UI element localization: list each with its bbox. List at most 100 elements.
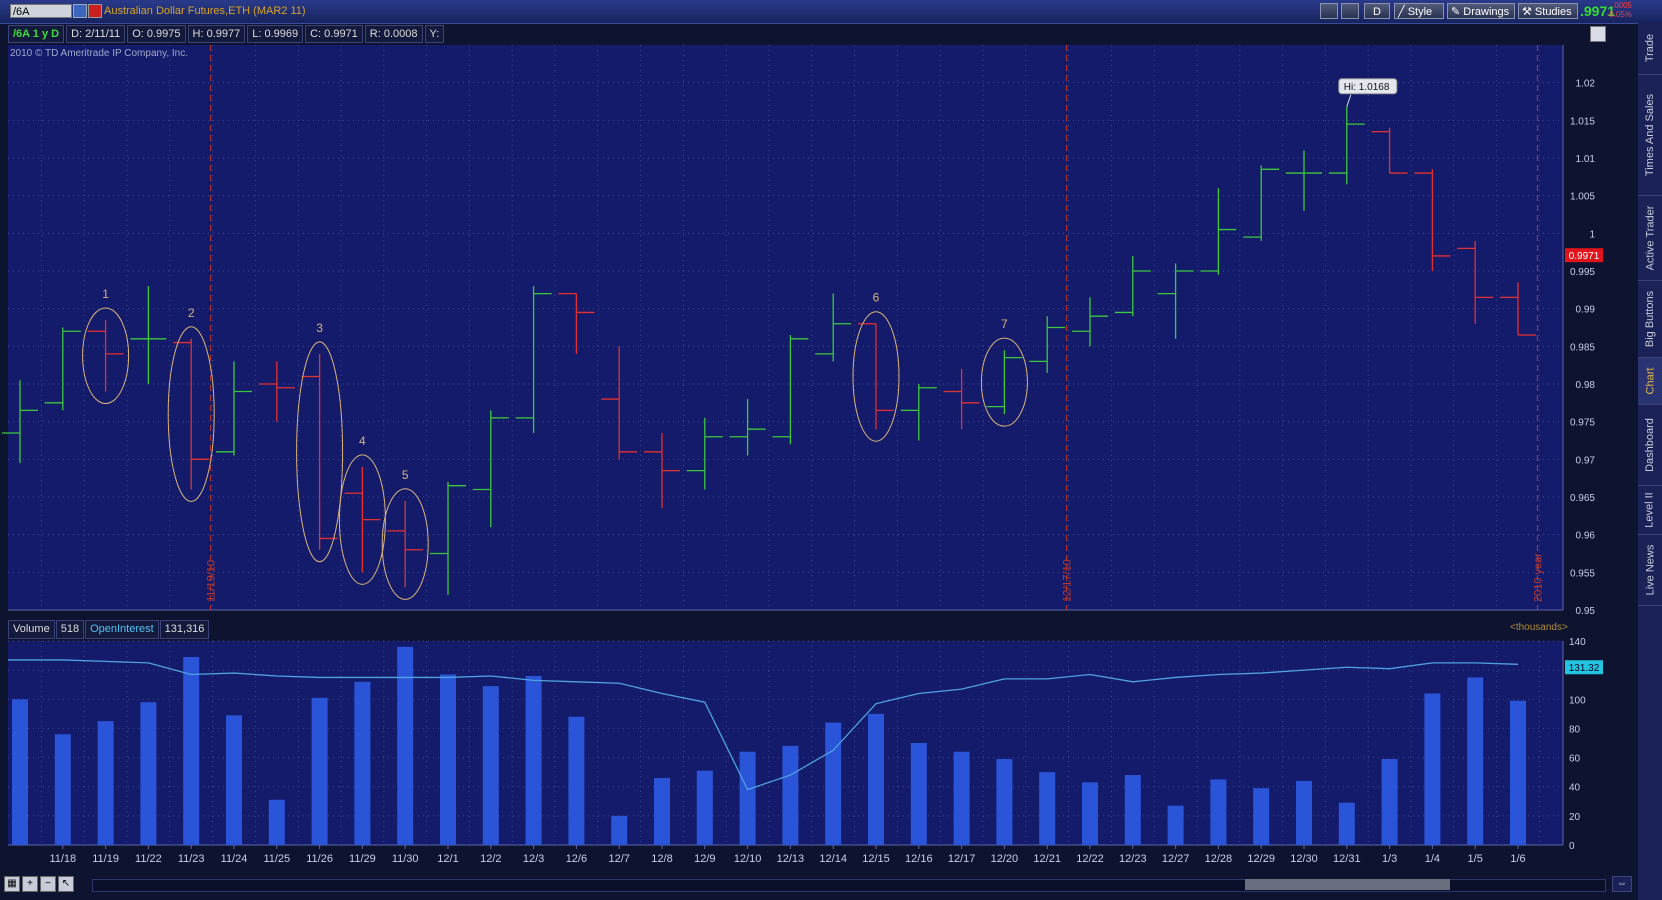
- tab-times-and-sales-label: Times And Sales: [1644, 93, 1657, 177]
- zoom-out-icon[interactable]: −: [40, 876, 56, 892]
- zoom-in-icon[interactable]: +: [22, 876, 38, 892]
- grid-icon[interactable]: ▦: [4, 876, 20, 892]
- percent-change-value: -0.05%: [1606, 10, 1632, 19]
- tab-active-trader[interactable]: Active Trader: [1638, 196, 1662, 281]
- tab-big-buttons[interactable]: Big Buttons: [1638, 281, 1662, 358]
- x-tick-label: 12/10: [734, 853, 762, 865]
- x-tick-label: 12/15: [862, 853, 890, 865]
- high-label: Hi: 1.0168: [1344, 82, 1390, 93]
- volume-bar: [568, 716, 585, 845]
- volume-tick-label: 0: [1569, 841, 1575, 852]
- drawings-label: Drawings: [1463, 6, 1510, 18]
- volume-bar: [1082, 782, 1098, 845]
- price-tick-label: 0.975: [1570, 418, 1595, 429]
- volume-bar: [354, 681, 371, 845]
- volume-bar: [311, 697, 328, 845]
- volume-bar: [140, 702, 157, 845]
- studies-button[interactable]: ⚒ Studies: [1518, 3, 1578, 19]
- volume-bar: [1167, 805, 1184, 845]
- drawings-button[interactable]: ✎ Drawings: [1447, 3, 1515, 19]
- aggregation-button[interactable]: D: [1364, 3, 1390, 19]
- style-label: Style: [1407, 6, 1433, 18]
- ticker-label[interactable]: /6A 1 y D: [8, 25, 65, 43]
- copyright: 2010 © TD Ameritrade IP Company, Inc.: [10, 48, 189, 59]
- price-tick-label: 0.965: [1570, 493, 1595, 504]
- volume-bar: [696, 770, 713, 845]
- tab-trade[interactable]: Trade: [1638, 22, 1662, 75]
- tab-chart[interactable]: Chart: [1638, 358, 1662, 405]
- volume-tick-label: 80: [1569, 724, 1581, 735]
- price-tick-label: 1.005: [1570, 192, 1595, 203]
- expand-icon[interactable]: ⇔: [1612, 876, 1632, 892]
- studies-label: Studies: [1534, 6, 1572, 18]
- x-tick-label: 1/3: [1382, 853, 1397, 865]
- pointer-icon[interactable]: ↖: [58, 876, 74, 892]
- volume-bar: [782, 745, 799, 845]
- volume-bar: [1381, 759, 1398, 845]
- chart-settings-icon[interactable]: [1590, 26, 1606, 42]
- price-tick-label: 0.985: [1570, 342, 1595, 353]
- tab-live-news-label: Live News: [1644, 544, 1656, 596]
- volume-chart: 020406080100120140131.3211/1811/1911/221…: [8, 637, 1603, 865]
- volume-bar: [1210, 779, 1227, 845]
- volume-bar: [868, 713, 884, 845]
- volume-tick-label: 60: [1569, 754, 1581, 765]
- volume-header: Volume 518 OpenInterest 131,316: [8, 620, 210, 639]
- x-tick-label: 11/30: [392, 853, 419, 865]
- tab-live-news[interactable]: Live News: [1638, 535, 1662, 606]
- x-tick-label: 11/19: [92, 853, 119, 865]
- x-tick-label: 12/21: [1033, 853, 1061, 865]
- volume-bar: [1296, 780, 1312, 845]
- pattern-label: 1: [102, 287, 109, 301]
- tab-trade-label: Trade: [1644, 33, 1657, 63]
- x-tick-label: 12/13: [777, 853, 805, 865]
- pattern-label: 6: [873, 291, 880, 305]
- x-tick-label: 12/3: [523, 853, 544, 865]
- x-tick-label: 11/18: [49, 853, 76, 865]
- crosshair-icon[interactable]: [1320, 3, 1338, 19]
- x-tick-label: 12/23: [1119, 853, 1147, 865]
- style-icon: ╱: [1398, 6, 1408, 18]
- volume-bar: [654, 777, 670, 845]
- volume-bar: [1510, 700, 1526, 845]
- volume-bar: [1338, 802, 1355, 845]
- x-tick-label: 12/28: [1205, 853, 1233, 865]
- price-tick-label: 1.01: [1576, 154, 1596, 165]
- volume-bar: [953, 751, 970, 845]
- x-tick-label: 1/5: [1468, 853, 1483, 865]
- link-color-icon[interactable]: [88, 4, 102, 18]
- volume-bar: [525, 675, 542, 845]
- x-tick-label: 12/2: [480, 853, 501, 865]
- volume-bar: [1124, 775, 1141, 845]
- x-tick-label: 1/4: [1425, 853, 1440, 865]
- price-chart: 0.95 0.955 0.96 0.965 0.97 0.975 0.98 0.985 0.99…: [2, 45, 1603, 617]
- volume-tick-label: 20: [1569, 812, 1581, 823]
- price-tick-label: 0.97: [1576, 455, 1596, 466]
- open-value: O: 0.9975: [127, 25, 186, 43]
- pattern-label: 3: [316, 321, 323, 335]
- date-value: D: 2/11/11: [66, 25, 126, 43]
- volume-bar: [1424, 693, 1441, 845]
- tab-dashboard[interactable]: Dashboard: [1638, 405, 1662, 486]
- net-change-value: .0005: [1611, 1, 1632, 10]
- cursor-icon[interactable]: [1341, 3, 1359, 19]
- x-tick-label: 1/6: [1510, 853, 1525, 865]
- y-value: Y:: [424, 25, 445, 43]
- symbol-input[interactable]: /6A: [10, 4, 72, 18]
- style-button[interactable]: ╱ Style: [1394, 3, 1444, 19]
- price-tick-label: 1.015: [1570, 116, 1595, 127]
- scrollbar-thumb[interactable]: [1245, 879, 1450, 890]
- price-tick-label: 0.955: [1570, 568, 1595, 579]
- volume-bar: [482, 686, 499, 845]
- x-tick-label: 11/24: [221, 853, 248, 865]
- x-tick-label: 11/22: [135, 853, 162, 865]
- tab-times-and-sales[interactable]: Times And Sales: [1638, 75, 1662, 196]
- tab-chart-label: Chart: [1644, 367, 1656, 395]
- volume-bar: [97, 721, 114, 845]
- side-panel: Trade Times And Sales Active Trader Big …: [1638, 22, 1662, 900]
- symbol-lookup-icon[interactable]: [73, 4, 87, 18]
- volume-tick-label: 40: [1569, 783, 1581, 794]
- x-tick-label: 12/8: [651, 853, 672, 865]
- volume-bar: [611, 815, 628, 845]
- tab-level-ii[interactable]: Level II: [1638, 486, 1662, 535]
